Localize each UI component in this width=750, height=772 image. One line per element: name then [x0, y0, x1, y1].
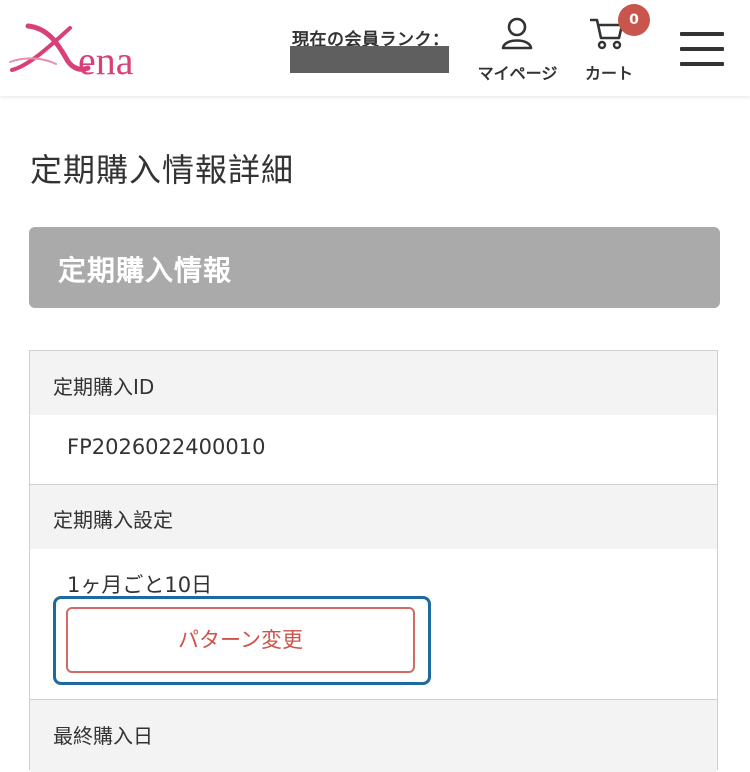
- site-header: ena 現在の会員ランク： マイページ 0 カート: [0, 0, 750, 96]
- cart-label: カート: [584, 64, 633, 83]
- hamburger-menu-icon[interactable]: [680, 32, 726, 68]
- svg-text:ena: ena: [78, 38, 134, 80]
- page-title: 定期購入情報詳細: [30, 151, 295, 189]
- last-purchase-date-label: 最終購入日: [53, 724, 153, 748]
- cart-count-badge: 0: [618, 4, 650, 36]
- subscription-setting-header: 定期購入設定: [30, 484, 717, 549]
- section-header: 定期購入情報: [29, 227, 720, 308]
- subscription-id-label: 定期購入ID: [53, 375, 155, 399]
- subscription-setting-label: 定期購入設定: [53, 508, 173, 532]
- subscription-setting-value: 1ヶ月ごと10日: [67, 573, 213, 597]
- section-title: 定期購入情報: [58, 254, 233, 287]
- subscription-info-table: 定期購入ID FP2026022400010 定期購入設定 1ヶ月ごと10日 最…: [29, 350, 718, 772]
- mypage-link[interactable]: マイページ: [470, 14, 565, 84]
- mypage-label: マイページ: [477, 64, 558, 83]
- cart-link[interactable]: 0 カート: [574, 4, 650, 84]
- subscription-id-value: FP2026022400010: [67, 435, 266, 459]
- change-pattern-button[interactable]: パターン変更: [66, 607, 415, 673]
- user-icon: [501, 17, 533, 50]
- subscription-id-header: 定期購入ID: [30, 351, 717, 415]
- last-purchase-date-header: 最終購入日: [30, 699, 717, 772]
- subscription-id-cell: FP2026022400010: [30, 415, 717, 484]
- member-rank-value: [290, 46, 449, 73]
- xena-logo[interactable]: ena: [8, 18, 170, 83]
